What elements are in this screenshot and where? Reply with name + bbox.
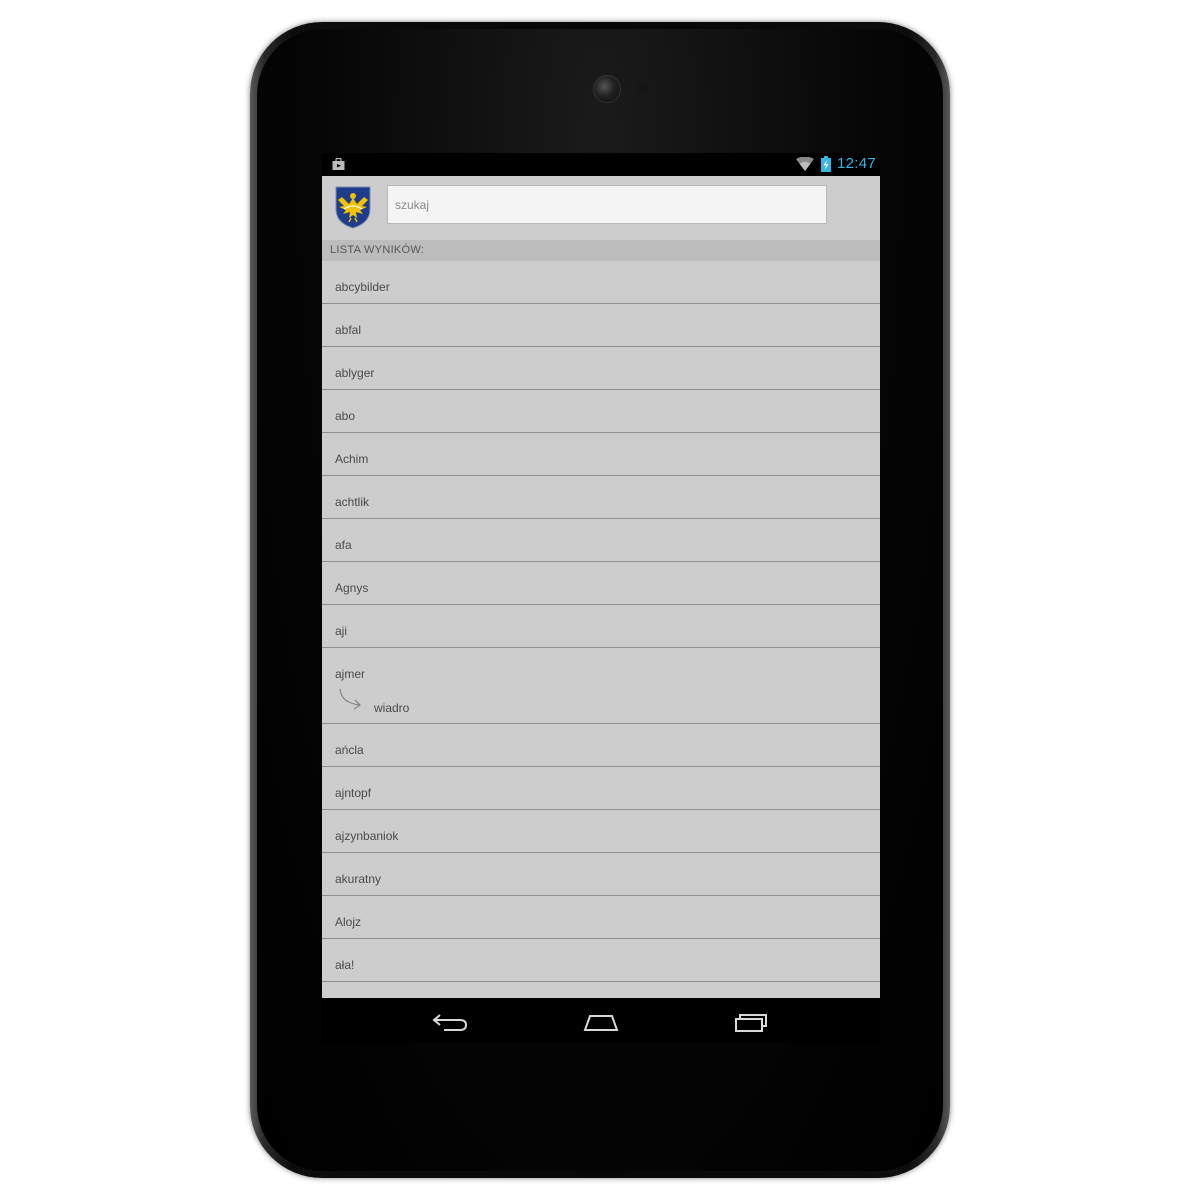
list-item[interactable]: abo	[322, 390, 880, 433]
list-item-word: ajzynbaniok	[335, 829, 399, 843]
list-item[interactable]: ablyger	[322, 347, 880, 390]
search-input[interactable]	[387, 185, 827, 224]
status-bar: 12:47	[322, 153, 880, 176]
home-icon[interactable]	[581, 1011, 621, 1033]
list-item[interactable]: afa	[322, 519, 880, 562]
device-screen: 12:47 LISTA WYNIKÓW: abcybilder abfal ab…	[322, 153, 880, 1043]
list-item-word: Achim	[335, 452, 369, 466]
curved-arrow-icon	[339, 688, 361, 710]
list-item-word: abo	[335, 409, 356, 423]
list-item-translation: wiadro	[374, 701, 410, 715]
list-item[interactable]: Achim	[322, 433, 880, 476]
list-item-word: abfal	[335, 323, 362, 337]
back-icon[interactable]	[430, 1011, 470, 1033]
list-item[interactable]: Agnys	[322, 562, 880, 605]
list-item-expanded[interactable]: ajmer wiadro	[322, 648, 880, 724]
list-item-word: ablyger	[335, 366, 375, 380]
list-item-word: ajntopf	[335, 786, 372, 800]
list-item-word: abcybilder	[335, 280, 390, 294]
list-item[interactable]: ała!	[322, 939, 880, 982]
system-nav-bar	[322, 998, 880, 1043]
list-item[interactable]: achtlik	[322, 476, 880, 519]
list-item-word: ajmer	[335, 667, 366, 681]
recent-apps-icon[interactable]	[732, 1011, 772, 1033]
list-item-word: ańcla	[335, 743, 364, 757]
wifi-icon	[796, 157, 814, 171]
list-item-word: Alojz	[335, 915, 362, 929]
list-item-word: achtlik	[335, 495, 370, 509]
dictionary-app: LISTA WYNIKÓW: abcybilder abfal ablyger …	[322, 176, 880, 998]
list-item-word: ała!	[335, 958, 355, 972]
list-item[interactable]: ajzynbaniok	[322, 810, 880, 853]
light-sensor	[636, 83, 647, 94]
list-item-word: afa	[335, 538, 352, 552]
list-item[interactable]: ańcla	[322, 724, 880, 767]
results-list-header: LISTA WYNIKÓW:	[322, 240, 880, 261]
list-item-word: aji	[335, 624, 348, 638]
silesian-eagle-crest-icon	[335, 186, 371, 229]
clock-time: 12:47	[837, 155, 877, 172]
list-item[interactable]: akuratny	[322, 853, 880, 896]
results-list[interactable]: abcybilder abfal ablyger abo Achim achtl…	[322, 261, 880, 982]
list-item[interactable]: abcybilder	[322, 261, 880, 304]
list-item[interactable]: abfal	[322, 304, 880, 347]
app-header	[322, 176, 880, 240]
shopping-bag-icon	[332, 158, 345, 170]
list-item-word: akuratny	[335, 872, 382, 886]
list-item[interactable]: ajntopf	[322, 767, 880, 810]
front-camera	[593, 75, 621, 103]
list-item[interactable]: Alojz	[322, 896, 880, 939]
battery-charging-icon	[821, 156, 831, 172]
list-item-word: Agnys	[335, 581, 369, 595]
list-item[interactable]: aji	[322, 605, 880, 648]
